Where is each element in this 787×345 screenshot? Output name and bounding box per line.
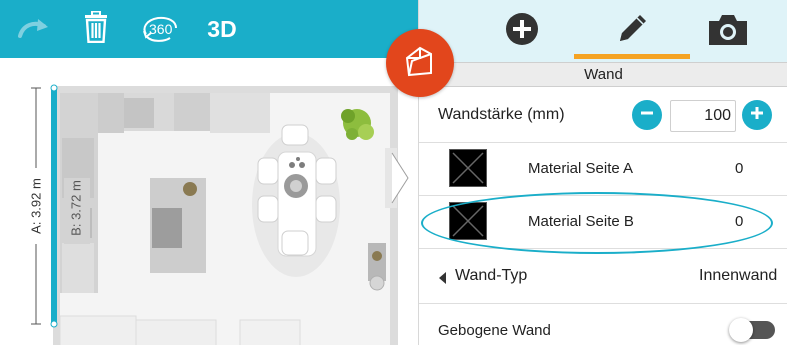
wall-tool-button[interactable] <box>386 29 454 97</box>
wall-type-label: Wand-Typ <box>455 267 528 284</box>
top-toolbar: 360 3D <box>0 0 418 58</box>
tab-edit[interactable] <box>587 0 677 62</box>
wall-house-icon <box>403 44 437 83</box>
pencil-icon <box>612 9 652 54</box>
properties-panel: Wand Wandstärke (mm) 100 Material Seite … <box>418 0 787 345</box>
empty-material-icon <box>452 152 484 184</box>
dimension-label-outer: A: 3.92 m <box>28 178 44 234</box>
decrease-thickness-button[interactable] <box>632 100 662 130</box>
material-b-value: 0 <box>735 213 744 230</box>
plus-circle-icon <box>504 11 540 52</box>
material-a-label: Material Seite A <box>528 160 634 177</box>
material-a-value: 0 <box>735 160 744 177</box>
material-a-swatch[interactable] <box>449 149 487 187</box>
redo-arrow-icon <box>17 15 51 44</box>
caret-left-icon <box>439 271 447 289</box>
tab-camera[interactable] <box>683 0 773 62</box>
tab-active-indicator <box>574 54 690 59</box>
wall-type-row[interactable]: Wand-Typ Innenwand <box>419 249 787 304</box>
floorplan-canvas[interactable]: A: 3.92 m B: 3.72 m <box>0 58 418 345</box>
wall-type-value: Innenwand <box>699 267 778 284</box>
material-b-swatch[interactable] <box>449 202 487 240</box>
floorplan-drawing <box>28 84 409 345</box>
redo-button[interactable] <box>12 0 56 58</box>
curved-wall-label: Gebogene Wand <box>438 322 551 339</box>
material-b-label: Material Seite B <box>528 213 634 230</box>
view-3d-button[interactable]: 3D <box>198 0 246 58</box>
delete-button[interactable] <box>76 0 116 58</box>
app-root: 360 3D A: 3.92 m B: 3.72 m Wand Wandstär… <box>0 0 787 345</box>
wall-thickness-label: Wandstärke (mm) <box>438 106 565 123</box>
material-b-row[interactable]: Material Seite B 0 <box>419 196 787 249</box>
curved-wall-toggle-knob[interactable] <box>729 318 753 342</box>
view-360-button[interactable]: 360 <box>136 0 184 58</box>
camera-icon <box>707 11 749 52</box>
tab-add[interactable] <box>477 0 567 62</box>
minus-icon <box>640 106 654 125</box>
view-360-label: 360 <box>149 21 173 37</box>
wall-thickness-input[interactable] <box>670 100 736 132</box>
panel-tabs <box>419 0 787 62</box>
dimension-label-inner: B: 3.72 m <box>68 180 84 236</box>
section-title: Wand <box>419 62 787 87</box>
increase-thickness-button[interactable] <box>742 100 772 130</box>
view-3d-label: 3D <box>207 15 237 42</box>
trash-icon <box>84 10 108 48</box>
material-a-row[interactable]: Material Seite A 0 <box>419 143 787 196</box>
empty-material-icon <box>452 205 484 237</box>
plus-icon <box>750 106 764 125</box>
view-360-icon: 360 <box>140 12 180 46</box>
